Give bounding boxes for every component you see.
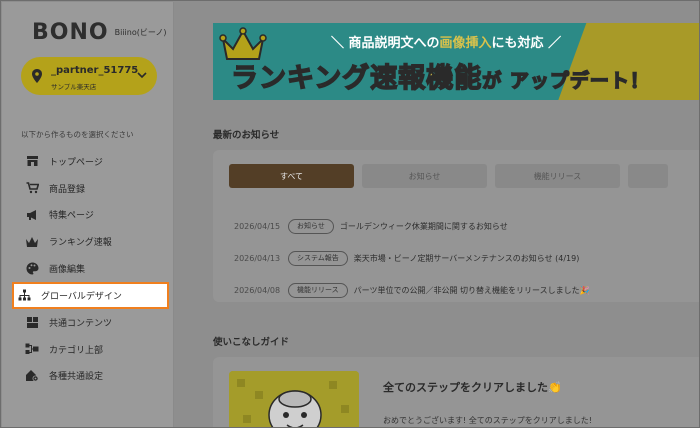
news-badge: お知らせ	[288, 218, 334, 234]
news-tabs: すべて お知らせ 機能リリース	[229, 164, 668, 188]
guide-illustration	[229, 371, 359, 427]
guide-card[interactable]: 全てのステップをクリアしました👏 おめでとうございます! 全てのステップをクリア…	[213, 357, 699, 427]
palette-icon	[25, 262, 39, 276]
sidebar-item-label: カテゴリ上部	[49, 345, 104, 356]
storefront-icon	[25, 154, 39, 168]
mascot-illustration	[229, 371, 359, 427]
news-card: すべて お知らせ 機能リリース 2026/04/15 お知らせ ゴールデンウィー…	[213, 150, 699, 302]
sidebar-item-label: 各種共通設定	[49, 372, 104, 383]
sidebar-item-category-top[interactable]: カテゴリ上部	[12, 336, 172, 363]
category-icon	[25, 342, 39, 356]
news-row[interactable]: 2026/04/15 お知らせ ゴールデンウィーク休業期間に関するお知らせ	[234, 210, 590, 242]
sitemap-icon	[17, 288, 31, 302]
main-content: ＼ 商品説明文への画像挿入にも対応 ／ ランキング速報機能が アップデート！ 最…	[175, 2, 699, 427]
tab-more[interactable]	[628, 164, 668, 188]
sidebar-item-common-content[interactable]: 共通コンテンツ	[12, 309, 172, 336]
promo-banner[interactable]: ＼ 商品説明文への画像挿入にも対応 ／ ランキング速報機能が アップデート！	[213, 23, 699, 100]
chevron-down-icon	[137, 72, 147, 79]
megaphone-icon	[25, 208, 39, 222]
tab-notices[interactable]: お知らせ	[362, 164, 487, 188]
account-name: _partner_51775	[51, 65, 139, 76]
logo-subtitle: Biiino(ビーノ)	[114, 27, 167, 37]
sidebar-item-label: 画像編集	[49, 265, 86, 276]
news-text: 楽天市場・ビーノ定期サーバーメンテナンスのお知らせ (4/19)	[353, 253, 580, 263]
sidebar-item-ranking[interactable]: ランキング速報	[12, 228, 172, 255]
news-text: パーツ単位での公開／非公開 切り替え機能をリリースしました🎉	[353, 285, 590, 295]
house-gear-icon	[25, 369, 39, 383]
sidebar-item-products[interactable]: 商品登録	[12, 175, 172, 202]
sidebar-item-label: ランキング速報	[49, 238, 112, 249]
news-badge: システム報告	[288, 250, 348, 266]
guide-card-title: 全てのステップをクリアしました👏	[383, 381, 562, 394]
tab-all[interactable]: すべて	[229, 164, 354, 188]
sidebar-item-label: 特集ページ	[49, 211, 94, 222]
sidebar-item-label: グローバルデザイン	[41, 291, 122, 302]
sidebar-item-label: 共通コンテンツ	[49, 318, 113, 329]
guide-card-text: おめでとうございます! 全てのステップをクリアしました!	[383, 416, 592, 425]
tab-feature-release[interactable]: 機能リリース	[495, 164, 620, 188]
app-window: BONO Biiino(ビーノ) _partner_51775 サンプル楽天店 …	[0, 0, 700, 428]
sidebar-item-global-design[interactable]: グローバルデザイン	[12, 281, 169, 309]
sidebar-menu: トップページ 商品登録 特集ページ ランキング速報 画像編集 グローバルデザイン…	[12, 148, 172, 389]
news-date: 2026/04/13	[234, 253, 281, 263]
news-date: 2026/04/08	[234, 285, 281, 295]
sidebar-item-image-edit[interactable]: 画像編集	[12, 255, 172, 282]
account-selector[interactable]: _partner_51775 サンプル楽天店	[21, 57, 157, 95]
sidebar-item-common-settings[interactable]: 各種共通設定	[12, 363, 172, 390]
banner-title: ランキング速報機能が アップデート！	[230, 62, 650, 95]
blocks-icon	[25, 315, 39, 329]
sidebar-item-label: トップページ	[49, 157, 103, 168]
news-list: 2026/04/15 お知らせ ゴールデンウィーク休業期間に関するお知らせ 20…	[234, 210, 590, 306]
cart-icon	[25, 181, 39, 195]
logo-mark: BONO	[32, 19, 109, 45]
sidebar-item-label: 商品登録	[49, 184, 86, 195]
location-pin-icon	[32, 69, 42, 83]
guide-section-title: 使いこなしガイド	[213, 337, 290, 348]
shop-name: サンプル楽天店	[51, 83, 97, 91]
news-badge: 機能リリース	[288, 282, 348, 298]
sidebar: BONO Biiino(ビーノ) _partner_51775 サンプル楽天店 …	[2, 2, 174, 427]
logo[interactable]: BONO Biiino(ビーノ)	[32, 18, 166, 46]
crown-icon	[25, 235, 39, 249]
sidebar-hint: 以下から作るものを選択ください	[21, 130, 134, 139]
sidebar-item-top-page[interactable]: トップページ	[12, 148, 172, 175]
news-row[interactable]: 2026/04/08 機能リリース パーツ単位での公開／非公開 切り替え機能をリ…	[234, 274, 590, 306]
banner-headline: ＼ 商品説明文への画像挿入にも対応 ／	[331, 36, 562, 51]
news-date: 2026/04/15	[234, 221, 281, 231]
news-text: ゴールデンウィーク休業期間に関するお知らせ	[339, 221, 508, 231]
sidebar-item-feature-page[interactable]: 特集ページ	[12, 202, 172, 229]
news-section-title: 最新のお知らせ	[213, 130, 280, 141]
news-row[interactable]: 2026/04/13 システム報告 楽天市場・ビーノ定期サーバーメンテナンスのお…	[234, 242, 590, 274]
